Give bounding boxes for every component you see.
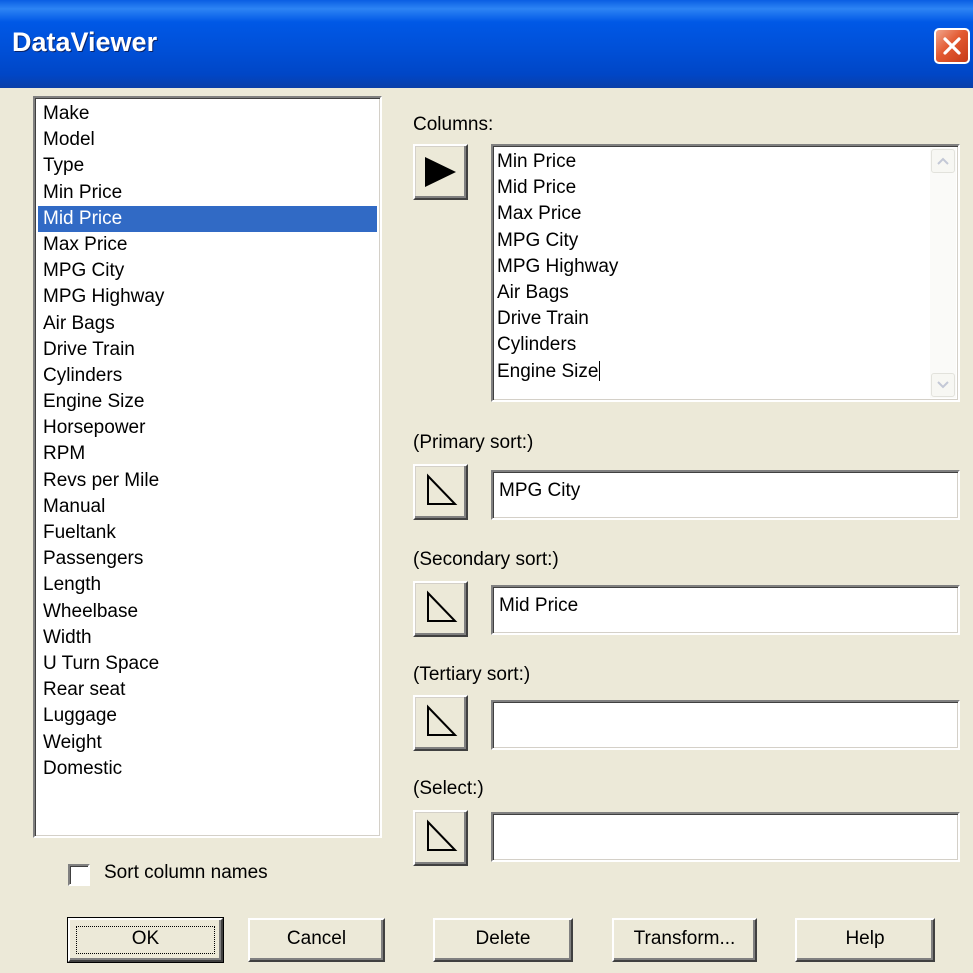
title-bar: DataViewer xyxy=(0,0,973,88)
columns-listbox[interactable]: Min Price Mid Price Max Price MPG City MPG H… xyxy=(491,144,960,402)
tertiary-sort-label: (Tertiary sort:) xyxy=(413,664,531,685)
column-list-item-label: Min Price xyxy=(497,151,577,172)
column-list-item[interactable]: Mid Price xyxy=(497,175,618,201)
outline-triangle-icon xyxy=(427,473,458,505)
play-arrow-icon xyxy=(425,157,456,187)
select-field[interactable] xyxy=(491,812,960,862)
column-list-item[interactable]: MPG City xyxy=(497,228,618,254)
variable-list-item[interactable]: Passengers xyxy=(38,546,377,572)
column-list-item-label: MPG Highway xyxy=(497,255,619,277)
select-button[interactable] xyxy=(413,810,468,866)
primary-sort-button[interactable] xyxy=(413,464,468,520)
variable-list-item[interactable]: Drive Train xyxy=(38,337,377,363)
column-list-item[interactable]: Engine Size xyxy=(497,359,618,385)
variable-list-item[interactable]: Min Price xyxy=(38,180,377,206)
focus-rectangle xyxy=(76,926,215,954)
outline-triangle-icon xyxy=(427,819,458,851)
cancel-button-label: Cancel xyxy=(286,928,347,949)
column-list-item[interactable]: Drive Train xyxy=(497,306,618,332)
add-column-button[interactable] xyxy=(413,144,468,200)
variable-list-item[interactable]: Domestic xyxy=(38,756,377,782)
column-list-item[interactable]: Air Bags xyxy=(497,280,618,306)
secondary-sort-value: Mid Price xyxy=(499,595,579,616)
ok-button[interactable]: OK xyxy=(67,917,224,963)
variable-list-item[interactable]: Make xyxy=(38,101,377,127)
secondary-sort-button[interactable] xyxy=(413,581,468,637)
variable-list-item[interactable]: Model xyxy=(38,127,377,153)
scroll-down-button[interactable] xyxy=(931,373,955,397)
columns-label: Columns: xyxy=(413,114,494,135)
delete-button-label: Delete xyxy=(475,928,531,949)
variable-list-item[interactable]: Rear seat xyxy=(38,677,377,703)
transform-button-label: Transform... xyxy=(633,928,736,949)
chevron-down-icon xyxy=(937,381,949,389)
variable-list-item[interactable]: MPG City xyxy=(38,258,377,284)
close-x-icon xyxy=(943,37,961,55)
window-title: DataViewer xyxy=(12,27,158,57)
cancel-button[interactable]: Cancel xyxy=(248,918,385,962)
variable-list-item[interactable]: Weight xyxy=(38,730,377,756)
variable-list-item[interactable]: RPM xyxy=(38,441,377,467)
column-list-item[interactable]: Min Price xyxy=(497,149,618,175)
column-list-item[interactable]: Cylinders xyxy=(497,332,618,358)
variable-list-item[interactable]: U Turn Space xyxy=(38,651,377,677)
select-label: (Select:) xyxy=(413,778,484,799)
transform-button[interactable]: Transform... xyxy=(612,918,757,962)
close-button[interactable] xyxy=(934,28,970,64)
help-button[interactable]: Help xyxy=(795,918,935,962)
columns-scrollbar[interactable] xyxy=(930,148,956,398)
column-list-item-label: Max Price xyxy=(497,203,582,225)
outline-triangle-icon xyxy=(427,704,458,736)
variable-list-item[interactable]: Width xyxy=(38,625,377,651)
variable-list-item[interactable]: Engine Size xyxy=(38,389,377,415)
column-list-item-label: Air Bags xyxy=(497,281,569,303)
chevron-up-icon xyxy=(937,157,949,165)
column-list-item[interactable]: Max Price xyxy=(497,201,618,227)
text-caret xyxy=(599,361,601,382)
secondary-sort-label: (Secondary sort:) xyxy=(413,549,559,570)
help-button-label: Help xyxy=(845,928,885,949)
secondary-sort-field[interactable]: Mid Price xyxy=(491,585,960,635)
variable-list-item[interactable]: Cylinders xyxy=(38,363,377,389)
column-list-item-label: Cylinders xyxy=(497,334,577,356)
variables-listbox[interactable]: Make Model Type Min Price Mid Price Max Price… xyxy=(33,96,382,838)
columns-list-items: Min Price Mid Price Max Price MPG City MPG H… xyxy=(497,149,618,385)
tertiary-sort-field[interactable] xyxy=(491,700,960,750)
variable-list-item[interactable]: Wheelbase xyxy=(38,599,377,625)
scroll-up-button[interactable] xyxy=(931,149,955,173)
variable-list-item[interactable]: Revs per Mile xyxy=(38,468,377,494)
column-list-item-label: Engine Size xyxy=(497,360,599,382)
variable-list-item[interactable]: Air Bags xyxy=(38,311,377,337)
variable-list-item[interactable]: Manual xyxy=(38,494,377,520)
delete-button[interactable]: Delete xyxy=(433,918,573,962)
variable-list-item[interactable]: Type xyxy=(38,153,377,179)
column-list-item-label: Drive Train xyxy=(497,308,589,330)
column-list-item[interactable]: MPG Highway xyxy=(497,254,618,280)
variables-list-items: Make Model Type Min Price Mid Price Max Price… xyxy=(38,101,377,782)
primary-sort-value: MPG City xyxy=(499,480,581,501)
outline-triangle-icon xyxy=(427,590,458,622)
primary-sort-label: (Primary sort:) xyxy=(413,432,534,453)
variable-list-item[interactable]: Horsepower xyxy=(38,415,377,441)
variable-list-item[interactable]: MPG Highway xyxy=(38,284,377,310)
variable-list-item[interactable]: Fueltank xyxy=(38,520,377,546)
variable-list-item[interactable]: Length xyxy=(38,572,377,598)
variable-list-item[interactable]: Luggage xyxy=(38,703,377,729)
sort-column-names-label[interactable]: Sort column names xyxy=(104,862,268,884)
tertiary-sort-button[interactable] xyxy=(413,695,468,751)
variable-list-item[interactable]: Max Price xyxy=(38,232,377,258)
variable-list-item[interactable]: Mid Price xyxy=(38,205,377,232)
primary-sort-field[interactable]: MPG City xyxy=(491,470,960,520)
column-list-item-label: Mid Price xyxy=(497,177,577,199)
sort-column-names-checkbox[interactable] xyxy=(68,864,90,886)
column-list-item-label: MPG City xyxy=(497,229,579,251)
